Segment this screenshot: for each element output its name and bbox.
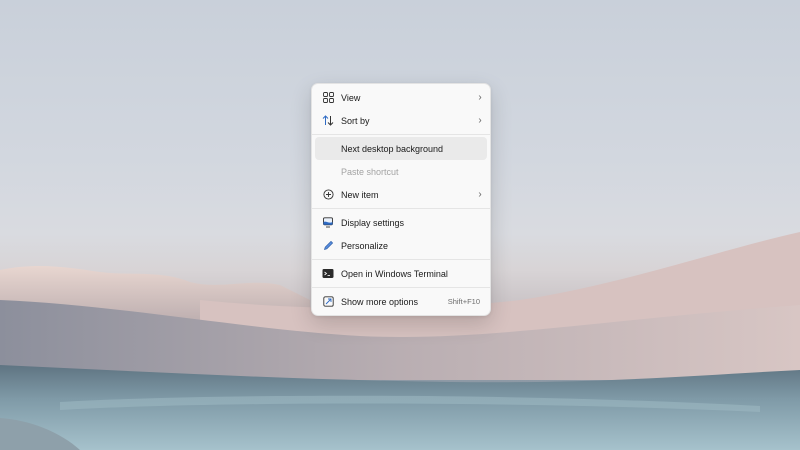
desktop-context-menu: View › Sort by › Next desktop background… [311,83,491,316]
menu-item-label: Open in Windows Terminal [341,268,448,279]
menu-item-new-item[interactable]: New item › [315,183,487,206]
menu-item-label: Paste shortcut [341,166,399,177]
display-icon [315,217,341,228]
chevron-right-icon: › [478,92,482,103]
menu-separator [312,287,490,288]
sort-arrows-icon [315,115,341,126]
menu-item-label: New item [341,189,379,200]
menu-separator [312,134,490,135]
menu-item-label: View [341,92,361,103]
menu-item-open-terminal[interactable]: Open in Windows Terminal [315,262,487,285]
view-grid-icon [315,92,341,103]
menu-item-label: Sort by [341,115,370,126]
chevron-right-icon: › [478,115,482,126]
chevron-right-icon: › [478,189,482,200]
menu-item-view[interactable]: View › [315,86,487,109]
menu-item-display-settings[interactable]: Display settings [315,211,487,234]
terminal-icon [315,268,341,279]
menu-item-label: Display settings [341,217,405,228]
keyboard-shortcut: Shift+F10 [447,297,480,306]
menu-item-show-more-options[interactable]: Show more options Shift+F10 [315,290,487,313]
menu-item-label: Show more options [341,296,419,307]
menu-separator [312,208,490,209]
menu-item-next-desktop-background[interactable]: Next desktop background [315,137,487,160]
menu-item-paste-shortcut: Paste shortcut [315,160,487,183]
pen-icon [315,240,341,251]
plus-circle-icon [315,189,341,200]
more-options-icon [315,296,341,307]
menu-item-personalize[interactable]: Personalize [315,234,487,257]
menu-item-sort-by[interactable]: Sort by › [315,109,487,132]
menu-item-label: Next desktop background [341,143,444,154]
menu-separator [312,259,490,260]
menu-item-label: Personalize [341,240,389,251]
